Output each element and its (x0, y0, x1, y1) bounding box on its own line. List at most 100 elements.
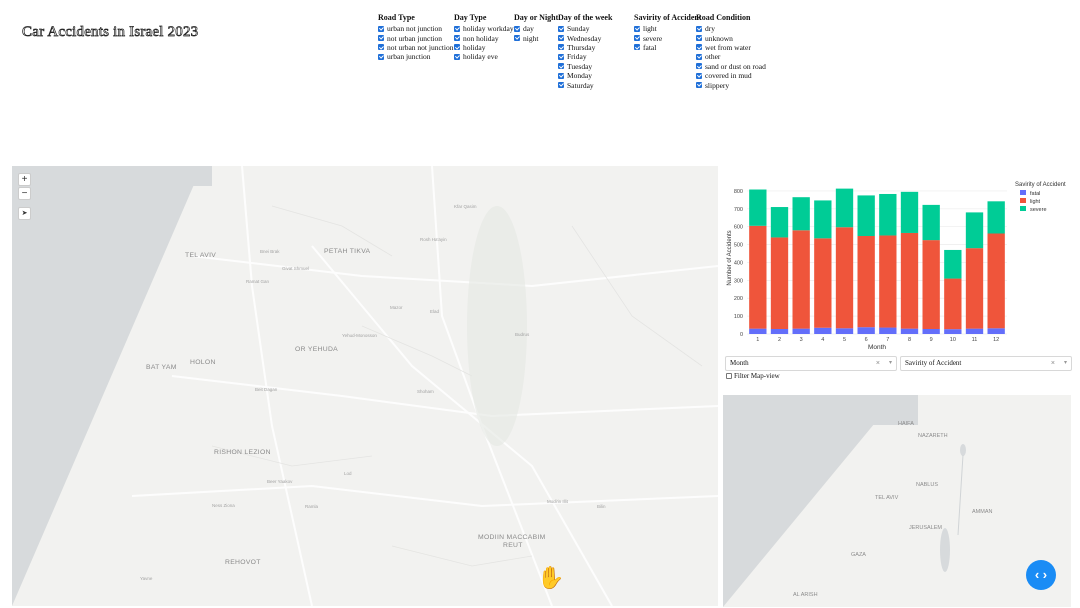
bar-light (879, 235, 897, 328)
checkbox-checked-icon[interactable] (558, 44, 564, 51)
map-place-label: MODIIN MACCABIM (478, 534, 546, 541)
y-tick-label: 200 (734, 296, 743, 302)
filter-heading: Road Condition (696, 13, 751, 22)
code-toggle-button[interactable]: ‹ › (1026, 560, 1056, 590)
checkbox-checked-icon[interactable] (378, 53, 384, 60)
filter-option[interactable]: slippery (696, 80, 776, 90)
checkbox-checked-icon[interactable] (378, 44, 384, 51)
checkbox-checked-icon[interactable] (558, 35, 564, 42)
checkbox-checked-icon[interactable] (454, 53, 460, 60)
checkbox-checked-icon[interactable] (696, 53, 702, 60)
x-tick-label: 11 (972, 337, 978, 343)
filter-option-label: holiday workday (463, 24, 514, 34)
filter-option-label: other (705, 52, 721, 62)
filter-option[interactable]: Wednesday (558, 33, 634, 43)
checkbox-checked-icon[interactable] (558, 25, 564, 32)
x-axis-title: Month (868, 344, 886, 351)
map-place-label: AL ARISH (793, 592, 818, 598)
checkbox-icon[interactable] (726, 373, 732, 379)
filter-option[interactable]: Thursday (558, 43, 634, 52)
filter-option-label: Tuesday (567, 61, 593, 71)
filter-option[interactable]: non holiday (454, 33, 514, 43)
checkbox-checked-icon[interactable] (558, 63, 564, 70)
filter-option[interactable]: urban not junction (378, 24, 454, 33)
filter-option[interactable]: covered in mud (696, 71, 776, 80)
filter-option[interactable]: holiday workday (454, 24, 514, 33)
x-tick-label: 7 (886, 337, 889, 343)
checkbox-checked-icon[interactable] (454, 35, 460, 42)
filter-option[interactable]: severe (634, 33, 696, 43)
checkbox-checked-icon[interactable] (514, 25, 520, 32)
chevron-down-icon[interactable]: ▾ (889, 357, 892, 370)
zoom-out-button[interactable]: − (18, 187, 31, 200)
filter-option[interactable]: sand or dust on road (696, 62, 776, 71)
filter-option[interactable]: not urban junction (378, 33, 454, 43)
checkbox-checked-icon[interactable] (696, 25, 702, 32)
zoom-in-button[interactable]: + (18, 173, 31, 186)
bar-severe (922, 204, 940, 241)
checkbox-checked-icon[interactable] (634, 44, 640, 51)
checkbox-checked-icon[interactable] (454, 25, 460, 32)
filter-option-label: night (523, 33, 539, 43)
filter-group-severity: Savirity of Accident light severe fatal (634, 13, 702, 90)
filter-option[interactable]: holiday eve (454, 52, 514, 61)
checkbox-checked-icon[interactable] (378, 25, 384, 32)
filter-option-label: Saturday (567, 80, 594, 90)
checkbox-checked-icon[interactable] (514, 35, 520, 42)
checkbox-checked-icon[interactable] (634, 25, 640, 32)
clear-icon[interactable]: × (876, 357, 880, 370)
filter-option[interactable]: holiday (454, 43, 514, 52)
filter-option[interactable]: night (514, 33, 558, 43)
filter-option[interactable]: Friday (558, 52, 634, 61)
checkbox-checked-icon[interactable] (454, 44, 460, 51)
map-place-label: Ness Ziona (212, 503, 235, 508)
road-network (131, 166, 718, 606)
bar-fatal (749, 328, 767, 334)
checkbox-checked-icon[interactable] (696, 72, 702, 79)
map-place-label: Givat Shmuel (282, 266, 310, 271)
filter-option[interactable]: fatal (634, 43, 696, 52)
filter-option[interactable]: unknown (696, 33, 776, 43)
map-place-label: Modi'in Illit (547, 499, 568, 504)
checkbox-checked-icon[interactable] (696, 35, 702, 42)
map-place-label: RISHON LEZION (214, 449, 271, 456)
filter-option[interactable]: wet from water (696, 43, 776, 52)
bar-fatal (814, 327, 832, 334)
chevron-down-icon[interactable]: ▾ (1064, 357, 1067, 370)
filter-option[interactable]: light (634, 24, 696, 33)
filter-option[interactable]: urban junction (378, 52, 454, 61)
filter-option-label: holiday (463, 42, 486, 52)
checkbox-checked-icon[interactable] (558, 82, 564, 89)
bar-severe (900, 191, 919, 233)
filter-option[interactable]: Sunday (558, 24, 634, 33)
main-map[interactable]: TEL AVIV PETAH TIKVA OR YEHUDA HOLON BAT YAM… (12, 166, 718, 606)
checkbox-checked-icon[interactable] (696, 63, 702, 70)
y-tick-label: 500 (734, 243, 743, 249)
map-place-label: PETAH TIKVA (324, 248, 371, 255)
checkbox-checked-icon[interactable] (634, 35, 640, 42)
filter-option[interactable]: dry (696, 24, 776, 33)
filter-option[interactable]: Tuesday (558, 62, 634, 71)
filter-option[interactable]: other (696, 52, 776, 61)
x-axis-dropdown[interactable]: Month × ▾ (725, 356, 897, 371)
filter-option[interactable]: Monday (558, 71, 634, 80)
mini-map[interactable]: HAIFA NAZARETH NABLUS TEL AVIV AMMAN JERUSALE… (723, 395, 1071, 607)
checkbox-checked-icon[interactable] (558, 53, 564, 60)
filter-group-road-condition: Road Condition dry unknown wet from water ot… (696, 13, 776, 90)
map-place-label: Bnei Brak (260, 249, 280, 254)
checkbox-checked-icon[interactable] (558, 72, 564, 79)
filter-option[interactable]: not urban not junction (378, 43, 454, 52)
bar-chart[interactable]: 01002003004005006007008001 2 3 4 5 6 7 8 9 10 11 12… (723, 172, 1080, 356)
color-dropdown[interactable]: Savirity of Accident × ▾ (900, 356, 1072, 371)
map-place-label: Beer Yaakov (267, 479, 293, 484)
map-place-label: REHOVOT (225, 559, 261, 566)
filter-option[interactable]: day (514, 24, 558, 33)
filter-map-view-checkbox[interactable]: Filter Map-view (726, 372, 780, 380)
checkbox-checked-icon[interactable] (696, 44, 702, 51)
clear-icon[interactable]: × (1051, 357, 1055, 370)
checkbox-checked-icon[interactable] (378, 35, 384, 42)
checkbox-checked-icon[interactable] (696, 82, 702, 89)
filter-option[interactable]: Saturday (558, 80, 634, 90)
y-tick-label: 300 (734, 278, 743, 284)
locate-icon[interactable]: ➤ (18, 207, 31, 220)
